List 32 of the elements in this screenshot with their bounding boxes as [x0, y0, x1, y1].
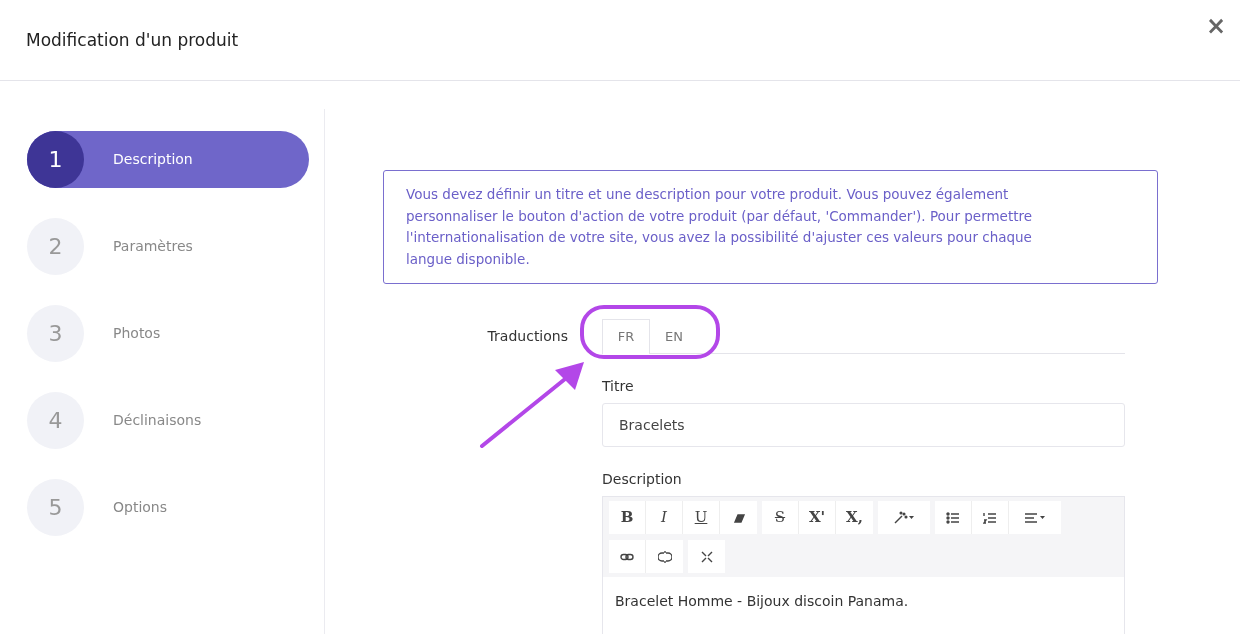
close-button[interactable]: ×	[1205, 8, 1226, 44]
editor-text: Bracelet Homme - Bijoux discoin Panama.	[614, 592, 910, 611]
unlink-icon	[657, 549, 672, 564]
modal-title: Modification d'un produit	[26, 29, 239, 51]
info-message: Vous devez définir un titre et une description pour votre produit. Vous pouvez également personnaliser le bouton d'action de votre produit (par défaut, 'Commander'). Pour permettre l'internationalisation de votre site, vous avez la possibilité d'ajuster ces valeurs pour chaque langue disponible.	[383, 170, 1158, 284]
field-label: Titre	[602, 378, 634, 394]
step-number: 1	[27, 131, 84, 188]
title-field[interactable]: Bracelets	[602, 403, 1125, 447]
step-number: 5	[27, 479, 84, 536]
language-tab[interactable]: EN	[650, 319, 698, 354]
wizard-step[interactable]: 5 Options	[27, 479, 309, 536]
step-number: 4	[27, 392, 84, 449]
magic-button[interactable]	[878, 501, 930, 534]
wizard-step[interactable]: 4 Déclinaisons	[27, 392, 309, 449]
numbered-list-icon	[983, 510, 997, 525]
fullscreen-icon	[699, 549, 714, 564]
wizard-step[interactable]: 2 Paramètres	[27, 218, 309, 275]
wizard-step[interactable]: 3 Photos	[27, 305, 309, 362]
align-icon	[1024, 510, 1046, 525]
field-label: Description	[602, 471, 682, 487]
step-number: 3	[27, 305, 84, 362]
link-button[interactable]	[609, 540, 646, 573]
strikethrough-button[interactable]: S	[762, 501, 799, 534]
bold-button[interactable]: B	[609, 501, 646, 534]
ul-button[interactable]	[935, 501, 972, 534]
step-number: 2	[27, 218, 84, 275]
bullet-list-icon	[946, 510, 960, 525]
wizard-step[interactable]: 1 Description	[27, 131, 309, 188]
rich-text-editor[interactable]: B I U S X' X, Bracelet Homme - Bijoux discoin Panama.	[602, 496, 1125, 634]
language-tab[interactable]: FR	[602, 319, 650, 354]
translations-label: Traductions	[487, 328, 568, 344]
magic-wand-icon	[893, 510, 915, 525]
